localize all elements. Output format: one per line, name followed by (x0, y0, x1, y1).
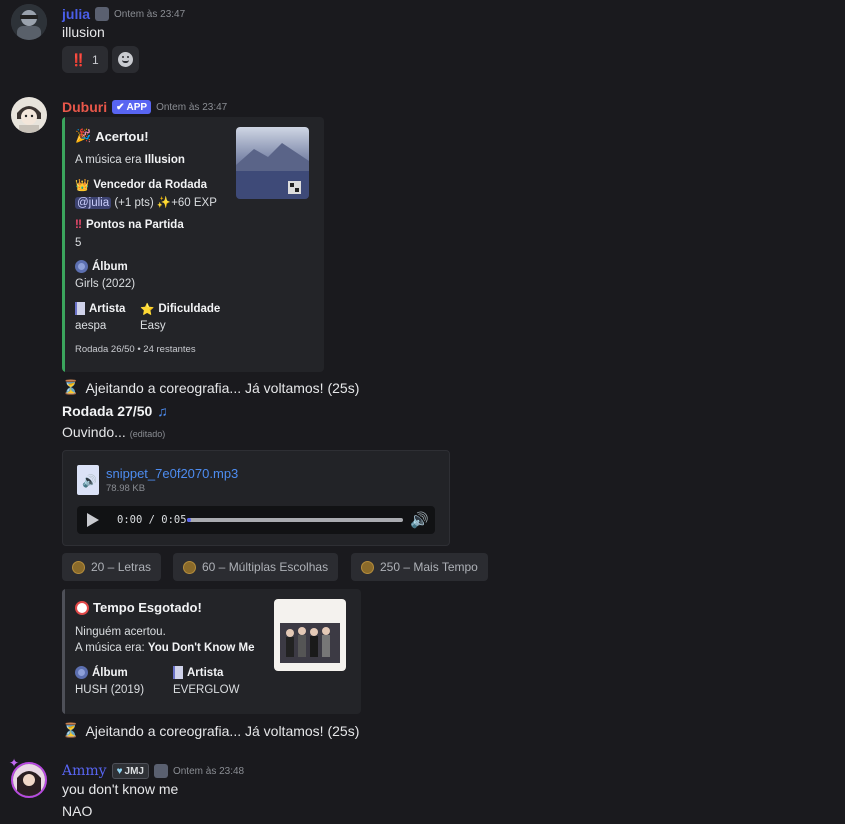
play-button[interactable] (87, 513, 99, 527)
album-value: Girls (2022) (75, 278, 136, 290)
timestamp: Ontem às 23:47 (114, 8, 186, 20)
artist-label: Artista (187, 666, 224, 679)
more-time-button[interactable]: 250 – Mais Tempo (351, 553, 488, 581)
artist-value: aespa (75, 320, 107, 332)
hint-letters-button[interactable]: 20 – Letras (62, 553, 162, 581)
username-ammy[interactable]: Ammy (62, 763, 107, 779)
embed-correct-answer: 🎉 Acertou! A música era Illusion 👑 Vence… (62, 117, 324, 372)
embed-accent-bar (62, 589, 65, 714)
line-2-prefix: A música era: (75, 642, 148, 654)
winner-label: Vencedor da Rodada (93, 179, 208, 191)
double-exclamation-icon: ‼ (75, 219, 82, 231)
party-popper-icon: 🎉 (75, 128, 92, 143)
song-name: Illusion (144, 154, 185, 166)
avatar-julia[interactable] (11, 4, 47, 40)
song-name: You Don't Know Me (147, 642, 255, 654)
hint-multiple-choice-button[interactable]: 60 – Múltiplas Escolhas (173, 553, 339, 581)
double-exclamation-icon: ‼️ (71, 52, 86, 67)
app-tag-label: APP (126, 101, 148, 113)
wait-message-2: ⏳ Ajeitando a coreografia... Já voltamos… (62, 722, 359, 739)
winner-points: (+1 pts) (114, 197, 154, 209)
crown-icon: 👑 (75, 180, 90, 192)
winner-exp: +60 EXP (171, 197, 217, 209)
round-title-text: Rodada 27/50 (62, 403, 153, 419)
listening-text: Ouvindo... (62, 424, 126, 440)
coin-icon (72, 560, 85, 574)
disc-icon (75, 260, 88, 273)
wait-text: Ajeitando a coreografia... Já voltamos! … (85, 379, 360, 396)
embed-time-up: Tempo Esgotado! Ninguém acertou. A músic… (62, 589, 361, 714)
difficulty-value: Easy (140, 320, 166, 332)
alarm-clock-icon (75, 600, 89, 615)
page-icon (173, 666, 183, 679)
embed-accent-bar (62, 117, 65, 372)
winner-value: @julia (+1 pts) ✨+60 EXP (75, 195, 217, 209)
album-thumbnail[interactable] (236, 127, 309, 199)
points-label: Pontos na Partida (85, 219, 184, 231)
listening-line: Ouvindo... (editado) (62, 424, 165, 440)
username-julia[interactable]: julia (62, 6, 90, 22)
embed-footer: Rodada 26/50 • 24 restantes (75, 344, 196, 355)
wait-message-1: ⏳ Ajeitando a coreografia... Já voltamos… (62, 379, 359, 396)
embed-line-2: A música era: You Don't Know Me (75, 642, 255, 654)
disc-icon (75, 666, 88, 679)
embed-title: Acertou! (95, 128, 149, 144)
album-value: HUSH (2019) (75, 684, 145, 696)
embed-title: Tempo Esgotado! (93, 600, 202, 615)
check-icon: ✔ (116, 101, 125, 113)
button-label: 60 – Múltiplas Escolhas (202, 560, 329, 574)
edited-label: (editado) (129, 429, 166, 439)
add-reaction-button[interactable] (112, 46, 139, 73)
artist-label: Artista (89, 302, 126, 315)
sparkle-decoration-icon: ✦ (9, 756, 20, 770)
description-prefix: A música era (75, 154, 145, 166)
embed-line-1: Ninguém acertou. (75, 626, 166, 638)
button-label: 250 – Mais Tempo (380, 560, 478, 574)
message-text-2: NAO (62, 803, 93, 819)
star-icon: ⭐ (140, 304, 155, 316)
app-tag: ✔ APP (112, 100, 152, 114)
user-mention[interactable]: @julia (75, 197, 112, 209)
username-duburi[interactable]: Duburi (62, 99, 107, 115)
coin-icon (183, 560, 196, 574)
audio-progress-track[interactable] (187, 518, 403, 522)
message-text-1: you don't know me (62, 781, 179, 797)
audio-time: 0:00 / 0:05 (117, 514, 187, 526)
message-text: illusion (62, 24, 105, 40)
heart-icon: ♥ (116, 765, 123, 777)
album-label: Álbum (92, 260, 128, 273)
hourglass-icon: ⏳ (62, 379, 80, 395)
difficulty-label: Dificuldade (158, 303, 221, 315)
artist-value: EVERGLOW (173, 684, 240, 696)
reaction-count: 1 (91, 52, 99, 67)
role-icon (153, 764, 168, 778)
music-notes-icon: ♫ (157, 403, 168, 419)
guild-tag-label: JMJ (124, 765, 144, 777)
timestamp: Ontem às 23:48 (172, 765, 245, 777)
avatar-duburi[interactable] (11, 97, 47, 133)
wait-text: Ajeitando a coreografia... Já voltamos! … (85, 722, 360, 739)
audio-attachment: 🔊 snippet_7e0f2070.mp3 78.98 KB 0:00 / 0… (62, 450, 450, 546)
points-value: 5 (75, 237, 82, 249)
reaction-pill[interactable]: ‼️ 1 (62, 46, 108, 73)
button-label: 20 – Letras (91, 560, 152, 574)
audio-progress-fill (187, 518, 192, 522)
file-name-link[interactable]: snippet_7e0f2070.mp3 (106, 466, 238, 481)
audio-player: 0:00 / 0:05 🔊 (77, 506, 435, 534)
volume-icon[interactable]: 🔊 (410, 511, 429, 529)
round-title: Rodada 27/50 ♫ (62, 403, 168, 419)
file-size: 78.98 KB (106, 483, 146, 494)
coin-icon (361, 560, 374, 574)
sparkles-icon: ✨ (156, 197, 172, 209)
hourglass-icon: ⏳ (62, 722, 80, 738)
smiley-icon (118, 52, 133, 67)
timestamp: Ontem às 23:47 (156, 101, 228, 113)
role-icon (95, 7, 110, 21)
album-thumbnail[interactable] (274, 599, 346, 671)
page-icon (75, 302, 85, 315)
embed-description: A música era Illusion (75, 154, 185, 166)
guild-tag[interactable]: ♥ JMJ (111, 763, 149, 779)
album-label: Álbum (92, 666, 128, 679)
audio-file-icon: 🔊 (77, 465, 99, 495)
